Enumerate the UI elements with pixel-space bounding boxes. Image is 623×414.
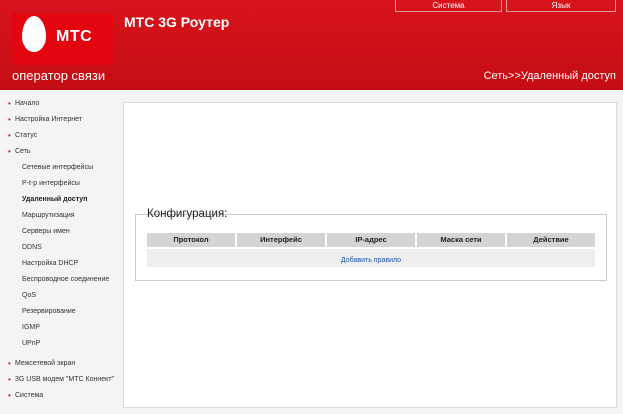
sidebar-item[interactable]: • Межсетевой экран: [0, 358, 133, 370]
sidebar-item[interactable]: • Статус: [0, 130, 133, 142]
sidebar-item-label: Сетевые интерфейсы: [22, 164, 94, 171]
sidebar-item-label: Статус: [15, 132, 38, 139]
slogan: оператор связи: [12, 68, 106, 83]
table-header: Протокол Интерфейс IP-адрес Маска сети Д…: [147, 233, 595, 247]
router-title: МТС 3G Роутер: [124, 14, 230, 30]
column-header-mask: Маска сети: [417, 233, 505, 247]
tab-language[interactable]: Язык: [506, 0, 616, 12]
bullet-icon: •: [8, 147, 11, 156]
sidebar-item-label: Начало: [15, 100, 40, 107]
main-panel: Конфигурация: Протокол Интерфейс IP-адре…: [123, 102, 617, 408]
sidebar-item[interactable]: UPnP: [0, 338, 140, 350]
sidebar-item[interactable]: Настройка DHCP: [0, 258, 140, 270]
sidebar-item-label: Серверы имен: [22, 228, 70, 235]
sidebar-item[interactable]: IGMP: [0, 322, 140, 334]
column-header-action: Действие: [507, 233, 595, 247]
column-header-interface: Интерфейс: [237, 233, 325, 247]
config-table: Протокол Интерфейс IP-адрес Маска сети Д…: [147, 233, 595, 267]
sidebar-item-label: Настройка Интернет: [15, 116, 82, 123]
sidebar-item[interactable]: • Система: [0, 390, 133, 402]
bullet-icon: •: [8, 375, 11, 384]
sidebar-item[interactable]: • Начало: [0, 98, 133, 110]
sidebar-item-label: DDNS: [22, 244, 42, 251]
sidebar-item-label: P-t-p интерфейсы: [22, 180, 80, 187]
sidebar-item-label: Маршрутизация: [22, 212, 75, 219]
sidebar-item[interactable]: DDNS: [0, 242, 140, 254]
sidebar-item-label: Беспроводное соединение: [22, 276, 110, 283]
sidebar-item[interactable]: Серверы имен: [0, 226, 140, 238]
add-rule-link[interactable]: Добавить правило: [341, 257, 401, 264]
add-rule-row: Добавить правило: [147, 249, 595, 267]
column-header-protocol: Протокол: [147, 233, 235, 247]
bullet-icon: •: [8, 115, 11, 124]
column-header-ip: IP-адрес: [327, 233, 415, 247]
logo-text: МТС: [56, 28, 93, 45]
mts-logo: МТС: [12, 13, 113, 65]
header-bar: МТС оператор связи МТС 3G Роутер Система…: [0, 0, 623, 90]
sidebar-item-label: Система: [15, 392, 44, 399]
sidebar-item-label: QoS: [22, 292, 37, 299]
sidebar-item-label: IGMP: [22, 324, 40, 331]
sidebar-item[interactable]: • Настройка Интернет: [0, 114, 133, 126]
bullet-icon: •: [8, 391, 11, 400]
egg-logo-icon: [22, 16, 46, 52]
bullet-icon: •: [8, 99, 11, 108]
section-title: Конфигурация:: [147, 208, 228, 220]
sidebar-item[interactable]: Резервирование: [0, 306, 140, 318]
tab-system[interactable]: Система: [395, 0, 502, 12]
bullet-icon: •: [8, 359, 11, 368]
sidebar-item[interactable]: Беспроводное соединение: [0, 274, 140, 286]
sidebar-item-label: Сеть: [15, 148, 31, 155]
sidebar-item[interactable]: Удаленный доступ: [0, 194, 140, 206]
sidebar-item[interactable]: • Сеть: [0, 146, 133, 158]
sidebar-item-label: Удаленный доступ: [22, 196, 88, 203]
sidebar-item-label: UPnP: [22, 340, 41, 347]
sidebar-item[interactable]: QoS: [0, 290, 140, 302]
breadcrumb: Сеть>>Удаленный доступ: [483, 70, 616, 82]
bullet-icon: •: [8, 131, 11, 140]
sidebar-item-label: Межсетевой экран: [15, 360, 76, 367]
sidebar-item[interactable]: • 3G USB модем "МТС Коннект": [0, 374, 133, 386]
sidebar-item[interactable]: Маршрутизация: [0, 210, 140, 222]
sidebar-item-label: 3G USB модем "МТС Коннект": [15, 376, 114, 383]
sidebar-item-label: Резервирование: [22, 308, 76, 315]
sidebar-item-label: Настройка DHCP: [22, 260, 79, 267]
sidebar-item[interactable]: P-t-p интерфейсы: [0, 178, 140, 190]
sidebar-item[interactable]: Сетевые интерфейсы: [0, 162, 140, 174]
